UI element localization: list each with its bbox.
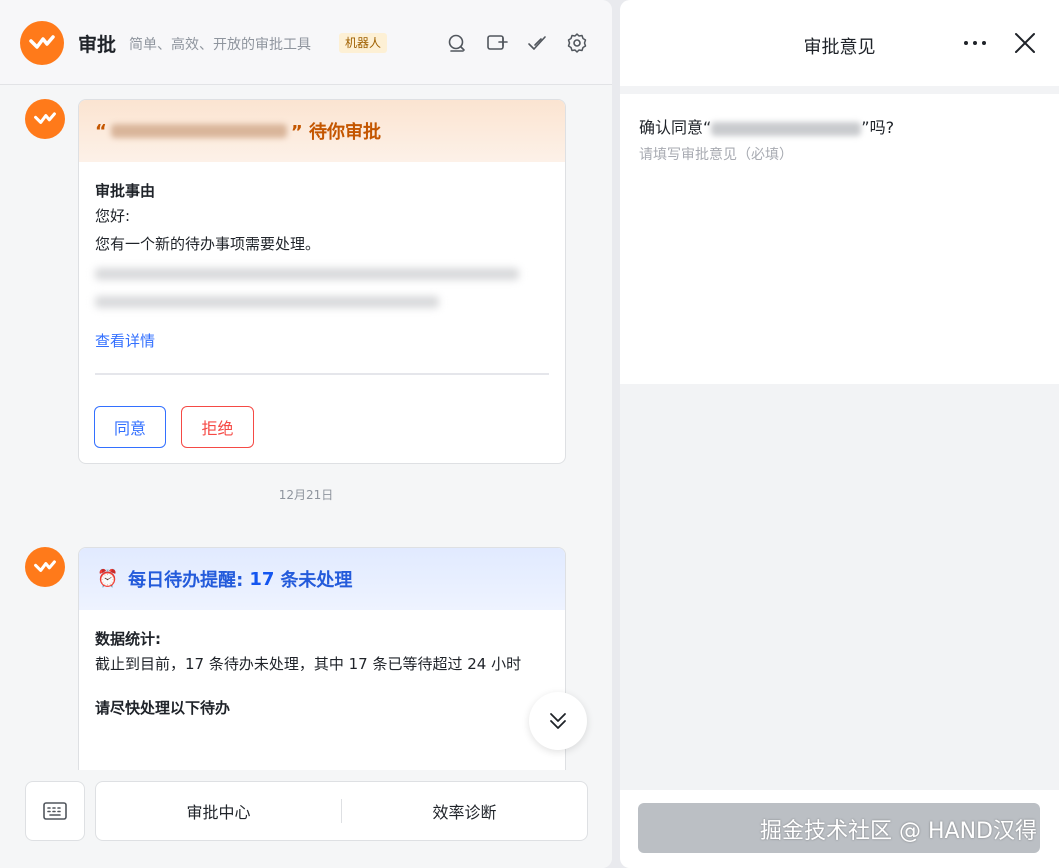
panel-header: 审批意见 bbox=[620, 0, 1059, 86]
notice-text: 您有一个新的待办事项需要处理。 bbox=[95, 235, 321, 253]
daily-reminder-card: ⏰ 每日待办提醒: 17 条未处理 数据统计: 截止到目前，17 条待办未处理，… bbox=[78, 547, 566, 807]
bot-menu: 审批中心 效率诊断 bbox=[95, 781, 588, 841]
approval-opinion-panel: 审批意见 确认同意“ ”吗? bbox=[620, 0, 1059, 868]
double-chevron-down-icon bbox=[550, 713, 566, 729]
reminder-card-header: ⏰ 每日待办提醒: 17 条未处理 bbox=[79, 548, 565, 610]
title-quote-open: “ bbox=[95, 120, 107, 142]
redacted-text-line bbox=[95, 296, 439, 308]
bot-avatar-icon bbox=[25, 547, 65, 587]
redacted-approval-name bbox=[110, 124, 287, 138]
stats-title: 数据统计: bbox=[95, 630, 161, 648]
bot-description: 简单、高效、开放的审批工具 bbox=[129, 37, 311, 53]
todo-title: 请尽快处理以下待办 bbox=[95, 699, 231, 717]
greeting-text: 您好: bbox=[95, 207, 131, 225]
chat-header: 审批 简单、高效、开放的审批工具 机器人 bbox=[0, 0, 612, 85]
add-box-icon[interactable] bbox=[486, 32, 508, 54]
confirm-prefix: 确认同意“ bbox=[639, 118, 712, 137]
pending-count: 17 bbox=[249, 568, 275, 590]
view-details-link[interactable]: 查看详情 bbox=[95, 330, 549, 351]
chat-pane: 审批 简单、高效、开放的审批工具 机器人 “ ” 待你审批 审批事由 您好: 您… bbox=[0, 0, 612, 868]
bot-badge: 机器人 bbox=[339, 33, 388, 53]
reminder-title-suffix: 条未处理 bbox=[280, 570, 353, 591]
keyboard-toggle-button[interactable] bbox=[25, 781, 85, 841]
approval-bot-logo-icon bbox=[20, 21, 64, 65]
bottom-bar: 审批中心 效率诊断 bbox=[0, 770, 612, 868]
reason-title: 审批事由 bbox=[95, 182, 156, 200]
bot-avatar-icon bbox=[25, 99, 65, 139]
date-separator: 12月21日 bbox=[278, 488, 334, 502]
menu-efficiency-diagnosis[interactable]: 效率诊断 bbox=[342, 799, 587, 823]
redacted-text-line bbox=[95, 268, 519, 280]
menu-approval-center[interactable]: 审批中心 bbox=[96, 799, 341, 823]
confirm-question: 确认同意“ ”吗? bbox=[639, 114, 894, 138]
approval-card-header: “ ” 待你审批 bbox=[79, 100, 565, 162]
close-icon[interactable] bbox=[1012, 30, 1038, 56]
title-suffix: ” 待你审批 bbox=[290, 122, 381, 143]
redacted-approval-name bbox=[711, 121, 862, 136]
agree-button[interactable]: 同意 bbox=[94, 406, 166, 448]
watermark-text: 掘金技术社区 @ HAND汉得 bbox=[760, 819, 1037, 844]
approve-check-icon[interactable] bbox=[526, 32, 548, 54]
stats-text: 截止到目前，17 条待办未处理，其中 17 条已等待超过 24 小时 bbox=[95, 655, 522, 673]
confirm-suffix: ”吗? bbox=[861, 118, 895, 137]
keyboard-icon bbox=[43, 802, 67, 820]
settings-gear-icon[interactable] bbox=[566, 32, 588, 54]
bot-name: 审批 bbox=[78, 34, 117, 56]
scroll-to-bottom-button[interactable] bbox=[529, 692, 587, 750]
more-options-icon[interactable] bbox=[961, 30, 989, 56]
search-icon[interactable] bbox=[446, 32, 468, 54]
alarm-clock-icon: ⏰ bbox=[97, 569, 119, 589]
card-divider bbox=[95, 373, 549, 375]
opinion-form: 确认同意“ ”吗? bbox=[620, 94, 1059, 384]
reject-button[interactable]: 拒绝 bbox=[181, 406, 254, 448]
panel-title: 审批意见 bbox=[803, 37, 876, 58]
reminder-title: 每日待办提醒: bbox=[128, 570, 244, 591]
approval-card: “ ” 待你审批 审批事由 您好: 您有一个新的待办事项需要处理。 查看详情 同… bbox=[78, 99, 566, 464]
opinion-textarea[interactable] bbox=[639, 144, 1039, 364]
